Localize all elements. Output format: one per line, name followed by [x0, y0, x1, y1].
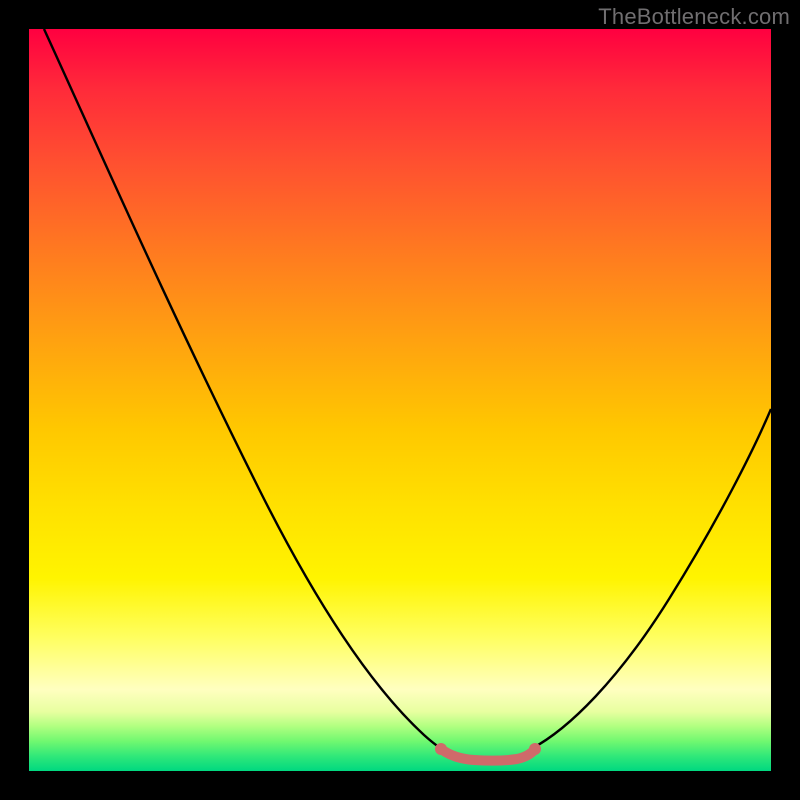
curve-overlay — [29, 29, 771, 771]
valley-left-dot — [435, 743, 447, 755]
plot-area — [29, 29, 771, 771]
left-curve — [44, 29, 447, 752]
valley-highlight — [441, 749, 535, 761]
right-curve — [531, 409, 771, 749]
valley-right-dot — [529, 743, 541, 755]
watermark-text: TheBottleneck.com — [598, 4, 790, 30]
chart-frame: TheBottleneck.com — [0, 0, 800, 800]
